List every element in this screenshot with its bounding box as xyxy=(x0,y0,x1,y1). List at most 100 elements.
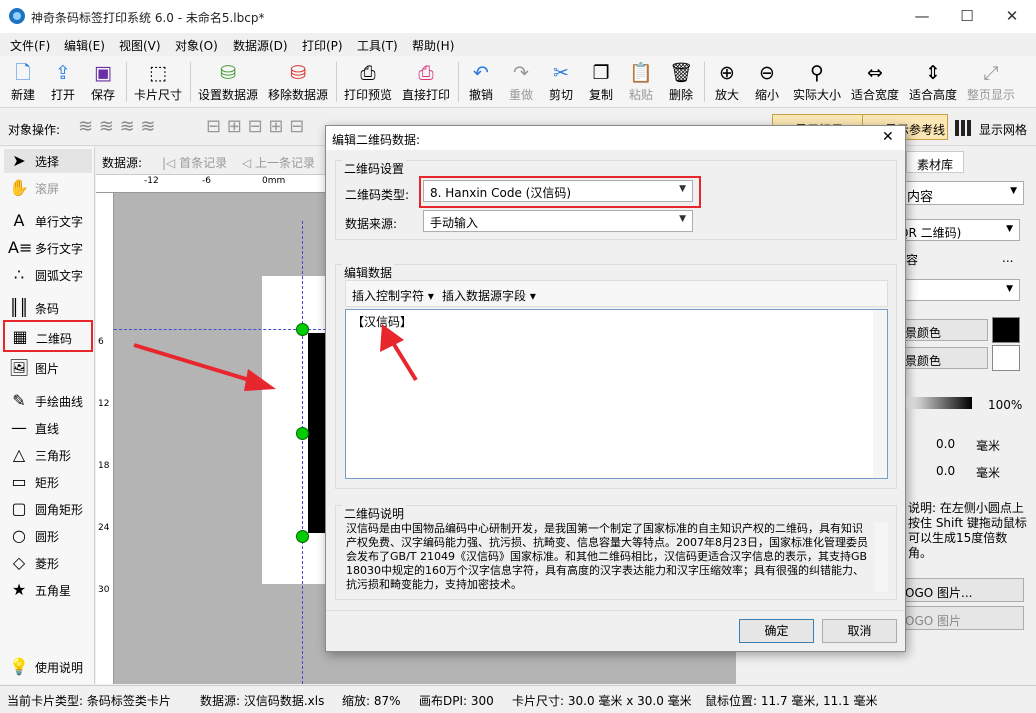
delete-button[interactable]: 🗑 删除 xyxy=(664,60,698,106)
undo-button[interactable]: ↶ 撤销 xyxy=(464,60,498,106)
tool-diamond[interactable]: ◇ 菱形 xyxy=(4,551,92,575)
tool-triangle[interactable]: △ 三角形 xyxy=(4,443,92,467)
ok-button[interactable]: 确定 xyxy=(739,619,814,643)
tool-barcode[interactable]: ║║ 条码 xyxy=(4,296,92,320)
menu-view[interactable]: 视图(V) xyxy=(119,37,161,54)
prev-record-button[interactable]: ◁ 上一条记录 xyxy=(242,154,315,171)
tool-rect[interactable]: ▭ 矩形 xyxy=(4,470,92,494)
line-icon: — xyxy=(11,418,27,437)
actual-size-button[interactable]: ⚲ 实际大小 xyxy=(790,60,844,106)
first-record-button[interactable]: |◁ 首条记录 xyxy=(162,154,227,171)
dialog-title: 编辑二维码数据: xyxy=(332,133,421,147)
printer-icon: ⎙ xyxy=(418,62,434,84)
align-icon[interactable]: ⊟ ⊞ ⊟ ⊞ ⊟ xyxy=(206,116,304,137)
bg-color-button[interactable]: 景颜色 xyxy=(900,319,988,341)
menu-edit[interactable]: 编辑(E) xyxy=(64,37,105,54)
zoom-out-button[interactable]: ⊖ 缩小 xyxy=(750,60,784,106)
menu-file[interactable]: 文件(F) xyxy=(10,37,50,54)
guide-line xyxy=(302,221,303,684)
tool-image[interactable]: 🖼 图片 xyxy=(4,356,92,380)
insert-control-char-menu[interactable]: 插入控制字符 ▾ xyxy=(352,287,434,304)
status-card-size: 卡片尺寸: 30.0 毫米 x 30.0 毫米 xyxy=(512,694,692,708)
status-dpi: 画布DPI: 300 xyxy=(419,694,494,708)
tool-qrcode[interactable]: ▦ 二维码 xyxy=(3,320,93,352)
dialog-close-button[interactable]: ✕ xyxy=(882,129,894,145)
card-size-button[interactable]: ⬚ 卡片尺寸 xyxy=(132,60,184,106)
copy-icon: ❐ xyxy=(592,62,610,84)
zoom-in-button[interactable]: ⊕ 放大 xyxy=(710,60,744,106)
paste-button[interactable]: 📋 粘贴 xyxy=(624,60,658,106)
data-source-select[interactable]: 手动输入 ▼ xyxy=(423,210,693,232)
more-button[interactable]: ... xyxy=(1002,251,1013,265)
logo-image-button[interactable]: OGO 图片... xyxy=(900,578,1024,602)
selection-handle[interactable] xyxy=(296,427,309,440)
maximize-button[interactable]: ☐ xyxy=(944,0,990,33)
menu-help[interactable]: 帮助(H) xyxy=(412,37,454,54)
scissors-icon: ✂ xyxy=(553,62,569,84)
textarea-scrollbar[interactable] xyxy=(873,310,887,478)
qrcode-object[interactable] xyxy=(308,333,326,533)
full-page-button[interactable]: ⤢ 整页显示 xyxy=(964,60,1018,106)
tool-round-rect[interactable]: ▢ 圆角矩形 xyxy=(4,497,92,521)
close-window-button[interactable]: ✕ xyxy=(989,0,1035,33)
copy-button[interactable]: ❐ 复制 xyxy=(584,60,618,106)
database-icon: ⛁ xyxy=(220,62,236,84)
print-preview-icon: ⎙ xyxy=(360,62,376,84)
set-datasource-button[interactable]: ⛁ 设置数据源 xyxy=(196,60,260,106)
print-preview-button[interactable]: ⎙ 打印预览 xyxy=(342,60,394,106)
clear-logo-button[interactable]: OGO 图片 xyxy=(900,606,1024,630)
tool-scroll[interactable]: ✋ 滚屏 xyxy=(4,176,92,200)
qrcode-icon: ▦ xyxy=(12,327,28,346)
y-value[interactable]: 0.0 xyxy=(936,464,955,478)
tool-star[interactable]: ★ 五角星 xyxy=(4,578,92,602)
redo-button[interactable]: ↷ 重做 xyxy=(504,60,538,106)
description-text: 汉信码是由中国物品编码中心研制开发，是我国第一个制定了国家标准的自主知识产权的二… xyxy=(346,522,868,591)
description-scrollbar[interactable] xyxy=(874,522,888,592)
fg-color-button[interactable]: 景颜色 xyxy=(900,347,988,369)
fit-height-button[interactable]: ⇕ 适合高度 xyxy=(906,60,960,106)
fg-color-swatch[interactable] xyxy=(992,345,1020,371)
menu-datasource[interactable]: 数据源(D) xyxy=(233,37,288,54)
insert-toolbar: 插入控制字符 ▾ 插入数据源字段 ▾ xyxy=(345,280,888,307)
qrcode-type-select[interactable]: 8. Hanxin Code (汉信码) ▼ xyxy=(423,180,693,202)
tool-freehand[interactable]: ✎ 手绘曲线 xyxy=(4,389,92,413)
tool-arc-text[interactable]: ∴ 圆弧文字 xyxy=(4,263,92,287)
tool-panel: ➤ 选择 ✋ 滚屏 A 单行文字 A≡ 多行文字 ∴ 圆弧文字 ║║ 条码 ▦ 二维码 🖼 图片… xyxy=(0,147,95,684)
selection-handle[interactable] xyxy=(296,530,309,543)
redo-icon: ↷ xyxy=(513,62,529,84)
selection-handle[interactable] xyxy=(296,323,309,336)
qr-type-select[interactable]: QR 二维码) ▼ xyxy=(896,219,1020,241)
lightbulb-icon: 💡 xyxy=(9,657,29,676)
x-value[interactable]: 0.0 xyxy=(936,437,955,451)
direct-print-button[interactable]: ⎙ 直接打印 xyxy=(400,60,452,106)
menu-object[interactable]: 对象(O) xyxy=(175,37,218,54)
menu-tools[interactable]: 工具(T) xyxy=(357,37,398,54)
image-icon: 🖼 xyxy=(8,358,30,377)
tool-line[interactable]: — 直线 xyxy=(4,416,92,440)
data-textarea[interactable]: 【汉信码】 xyxy=(345,309,888,479)
tool-single-text[interactable]: A 单行文字 xyxy=(4,209,92,233)
menu-print[interactable]: 打印(P) xyxy=(302,37,343,54)
insert-datasource-field-menu[interactable]: 插入数据源字段 ▾ xyxy=(442,287,536,304)
tool-help[interactable]: 💡 使用说明 xyxy=(4,655,92,679)
tool-select[interactable]: ➤ 选择 xyxy=(4,149,92,173)
cut-button[interactable]: ✂ 剪切 xyxy=(544,60,578,106)
save-button[interactable]: ▣ 保存 xyxy=(86,60,120,106)
content-select[interactable]: 内容 ▼ xyxy=(904,181,1024,205)
layer-icon[interactable]: ≋ ≋ ≋ ≋ xyxy=(78,116,156,137)
property-select[interactable]: ▼ xyxy=(896,279,1020,301)
tool-multi-text[interactable]: A≡ 多行文字 xyxy=(4,236,92,260)
tool-circle[interactable]: ○ 圆形 xyxy=(4,524,92,548)
show-grid-toggle[interactable]: 显示网格 xyxy=(979,121,1027,138)
zoom-in-icon: ⊕ xyxy=(719,62,735,84)
open-button[interactable]: ⇪ 打开 xyxy=(46,60,80,106)
remove-datasource-button[interactable]: ⛁ 移除数据源 xyxy=(266,60,330,106)
new-button[interactable]: 🗋 新建 xyxy=(6,60,40,106)
zoom-out-icon: ⊖ xyxy=(759,62,775,84)
cancel-button[interactable]: 取消 xyxy=(822,619,897,643)
minimize-button[interactable]: — xyxy=(899,0,945,33)
fit-width-button[interactable]: ⇔ 适合宽度 xyxy=(848,60,902,106)
tab-material[interactable]: 素材库 xyxy=(906,151,964,173)
opacity-slider[interactable] xyxy=(906,397,972,409)
bg-color-swatch[interactable] xyxy=(992,317,1020,343)
